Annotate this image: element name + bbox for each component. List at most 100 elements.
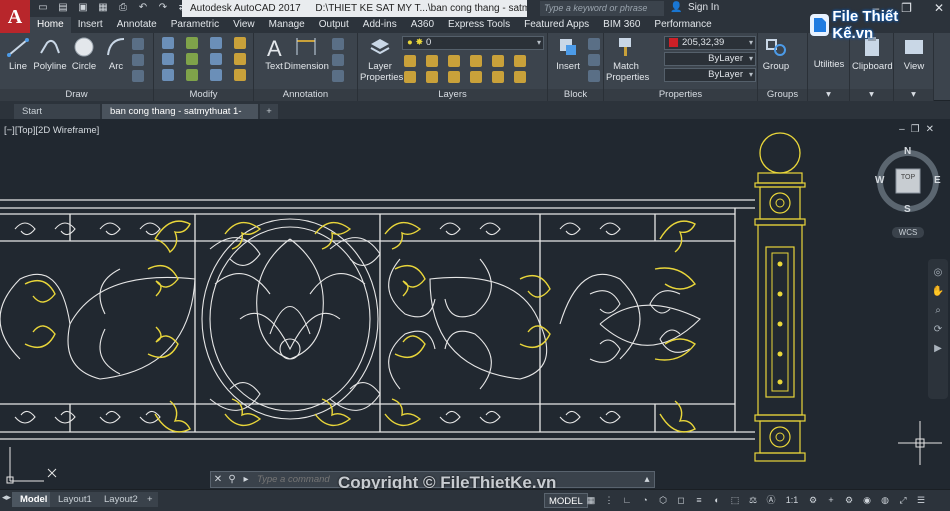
layer-tool-icon[interactable] — [448, 55, 460, 67]
layer-tool-icon[interactable] — [470, 55, 482, 67]
rotate-icon[interactable] — [186, 37, 198, 49]
clean-screen-icon[interactable]: ⤢ — [896, 493, 910, 507]
selection-cycling-icon[interactable]: ⬚ — [728, 493, 742, 507]
polar-icon[interactable]: ◔ — [638, 493, 652, 507]
wcs-menu[interactable]: WCS — [892, 227, 924, 238]
lineweight-dropdown[interactable]: ByLayer — [664, 68, 756, 82]
group-button[interactable]: Group — [758, 35, 794, 72]
create-block-icon[interactable] — [588, 38, 600, 50]
open-icon[interactable]: ▤ — [56, 1, 70, 15]
tab-home[interactable]: Home — [30, 17, 71, 33]
insert-block-button[interactable]: Insert — [550, 35, 586, 72]
tab-add-ins[interactable]: Add-ins — [356, 17, 404, 33]
gradient-icon[interactable] — [132, 70, 144, 82]
command-history-icon[interactable]: ▴ — [640, 474, 654, 485]
layer-tool-icon[interactable] — [492, 55, 504, 67]
layers-panel-title[interactable]: Layers — [358, 89, 547, 101]
erase-icon[interactable] — [234, 37, 246, 49]
tab-layout2[interactable]: Layout2 — [96, 492, 146, 507]
color-dropdown[interactable]: 205,32,39 — [664, 36, 756, 50]
tab-view[interactable]: View — [226, 17, 262, 33]
dimension-button[interactable]: Dimension — [284, 35, 329, 72]
close-icon[interactable]: ✕ — [934, 1, 944, 15]
tab-drawing[interactable]: ban cong thang - satmythuat 1-1* — [102, 104, 258, 132]
match-properties-button[interactable]: Match Properties — [606, 35, 649, 83]
undo-icon[interactable]: ↶ — [136, 1, 150, 15]
layer-tool-icon[interactable] — [426, 55, 438, 67]
block-panel-title[interactable]: Block — [548, 89, 603, 101]
tab-a360[interactable]: A360 — [404, 17, 441, 33]
new-tab-button[interactable]: + — [260, 104, 278, 119]
drawing-canvas[interactable]: [−][Top][2D Wireframe] –❐✕ TOP N S W E W… — [0, 119, 950, 489]
utilities-dropdown[interactable]: ▾ — [808, 89, 849, 101]
mirror-icon[interactable] — [186, 53, 198, 65]
user-icon[interactable]: 👤 — [670, 2, 682, 13]
stretch-icon[interactable] — [162, 69, 174, 81]
transparency-icon[interactable]: ◐ — [710, 493, 724, 507]
view-dropdown[interactable]: ▾ — [894, 89, 933, 101]
ortho-icon[interactable]: ∟ — [620, 493, 634, 507]
layout-scroll-icon[interactable]: ◂▸ — [2, 492, 11, 503]
trim-icon[interactable] — [210, 37, 222, 49]
compass-north[interactable]: N — [904, 146, 911, 157]
annotation-scale-icon[interactable]: ⚖ — [746, 493, 760, 507]
application-menu-button[interactable]: A — [0, 0, 30, 34]
redo-icon[interactable]: ↷ — [156, 1, 170, 15]
tab-express-tools[interactable]: Express Tools — [441, 17, 517, 33]
offset-icon[interactable] — [234, 69, 246, 81]
leader-icon[interactable] — [332, 38, 344, 50]
layer-tool-icon[interactable] — [514, 71, 526, 83]
zoom-icon[interactable]: ⌕ — [928, 305, 948, 316]
layer-dropdown[interactable]: ● ✸ 0 — [402, 36, 544, 50]
showmotion-icon[interactable]: ▶ — [928, 343, 948, 354]
explode-icon[interactable] — [234, 53, 246, 65]
tab-bim-360[interactable]: BIM 360 — [596, 17, 647, 33]
tab-manage[interactable]: Manage — [262, 17, 312, 33]
hardware-acceleration-icon[interactable]: ◉ — [860, 493, 874, 507]
model-space-button[interactable]: MODEL — [544, 493, 588, 508]
modify-panel-title[interactable]: Modify — [154, 89, 253, 101]
new-icon[interactable]: ▭ — [36, 1, 50, 15]
layer-tool-icon[interactable] — [426, 71, 438, 83]
edit-block-icon[interactable] — [588, 54, 600, 66]
search-input[interactable]: Type a keyword or phrase — [540, 1, 664, 16]
properties-panel-title[interactable]: Properties — [604, 89, 757, 101]
scale-icon[interactable] — [186, 69, 198, 81]
table-icon[interactable] — [332, 54, 344, 66]
tab-layout1[interactable]: Layout1 — [50, 492, 100, 507]
draw-panel-title[interactable]: Draw — [0, 89, 153, 101]
polyline-button[interactable]: Polyline — [30, 35, 70, 72]
arc-button[interactable]: Arc — [98, 35, 134, 72]
plus-icon[interactable]: + — [824, 493, 838, 507]
rectangle-icon[interactable] — [132, 38, 144, 50]
save-as-icon[interactable]: ▦ — [96, 1, 110, 15]
compass-south[interactable]: S — [904, 204, 911, 215]
move-icon[interactable] — [162, 37, 174, 49]
layer-tool-icon[interactable] — [514, 55, 526, 67]
annotation-visibility-icon[interactable]: Ⓐ — [764, 493, 778, 507]
annotation-scale-value[interactable]: 1:1 — [782, 493, 802, 507]
tab-insert[interactable]: Insert — [71, 17, 110, 33]
isodraft-icon[interactable]: ⬡ — [656, 493, 670, 507]
layer-tool-icon[interactable] — [404, 71, 416, 83]
layer-properties-button[interactable]: Layer Properties — [360, 35, 403, 83]
layer-tool-icon[interactable] — [470, 71, 482, 83]
tab-featured-apps[interactable]: Featured Apps — [517, 17, 596, 33]
tab-performance[interactable]: Performance — [647, 17, 718, 33]
steering-wheel-icon[interactable]: ◎ — [928, 267, 948, 278]
linetype-dropdown[interactable]: ByLayer — [664, 52, 756, 66]
clipboard-dropdown[interactable]: ▾ — [850, 89, 893, 101]
compass-west[interactable]: W — [875, 175, 884, 186]
copy-icon[interactable] — [162, 53, 174, 65]
print-icon[interactable]: ⎙ — [116, 1, 130, 15]
array-icon[interactable] — [210, 69, 222, 81]
orbit-icon[interactable]: ⟳ — [928, 324, 948, 335]
groups-panel-title[interactable]: Groups — [758, 89, 807, 101]
tab-annotate[interactable]: Annotate — [110, 17, 164, 33]
tab-parametric[interactable]: Parametric — [164, 17, 226, 33]
snap-icon[interactable]: ⋮ — [602, 493, 616, 507]
pan-icon[interactable]: ✋ — [928, 286, 948, 297]
hatch-icon[interactable] — [132, 54, 144, 66]
save-icon[interactable]: ▣ — [76, 1, 90, 15]
command-prompt-icon[interactable]: ▸ — [239, 474, 253, 485]
